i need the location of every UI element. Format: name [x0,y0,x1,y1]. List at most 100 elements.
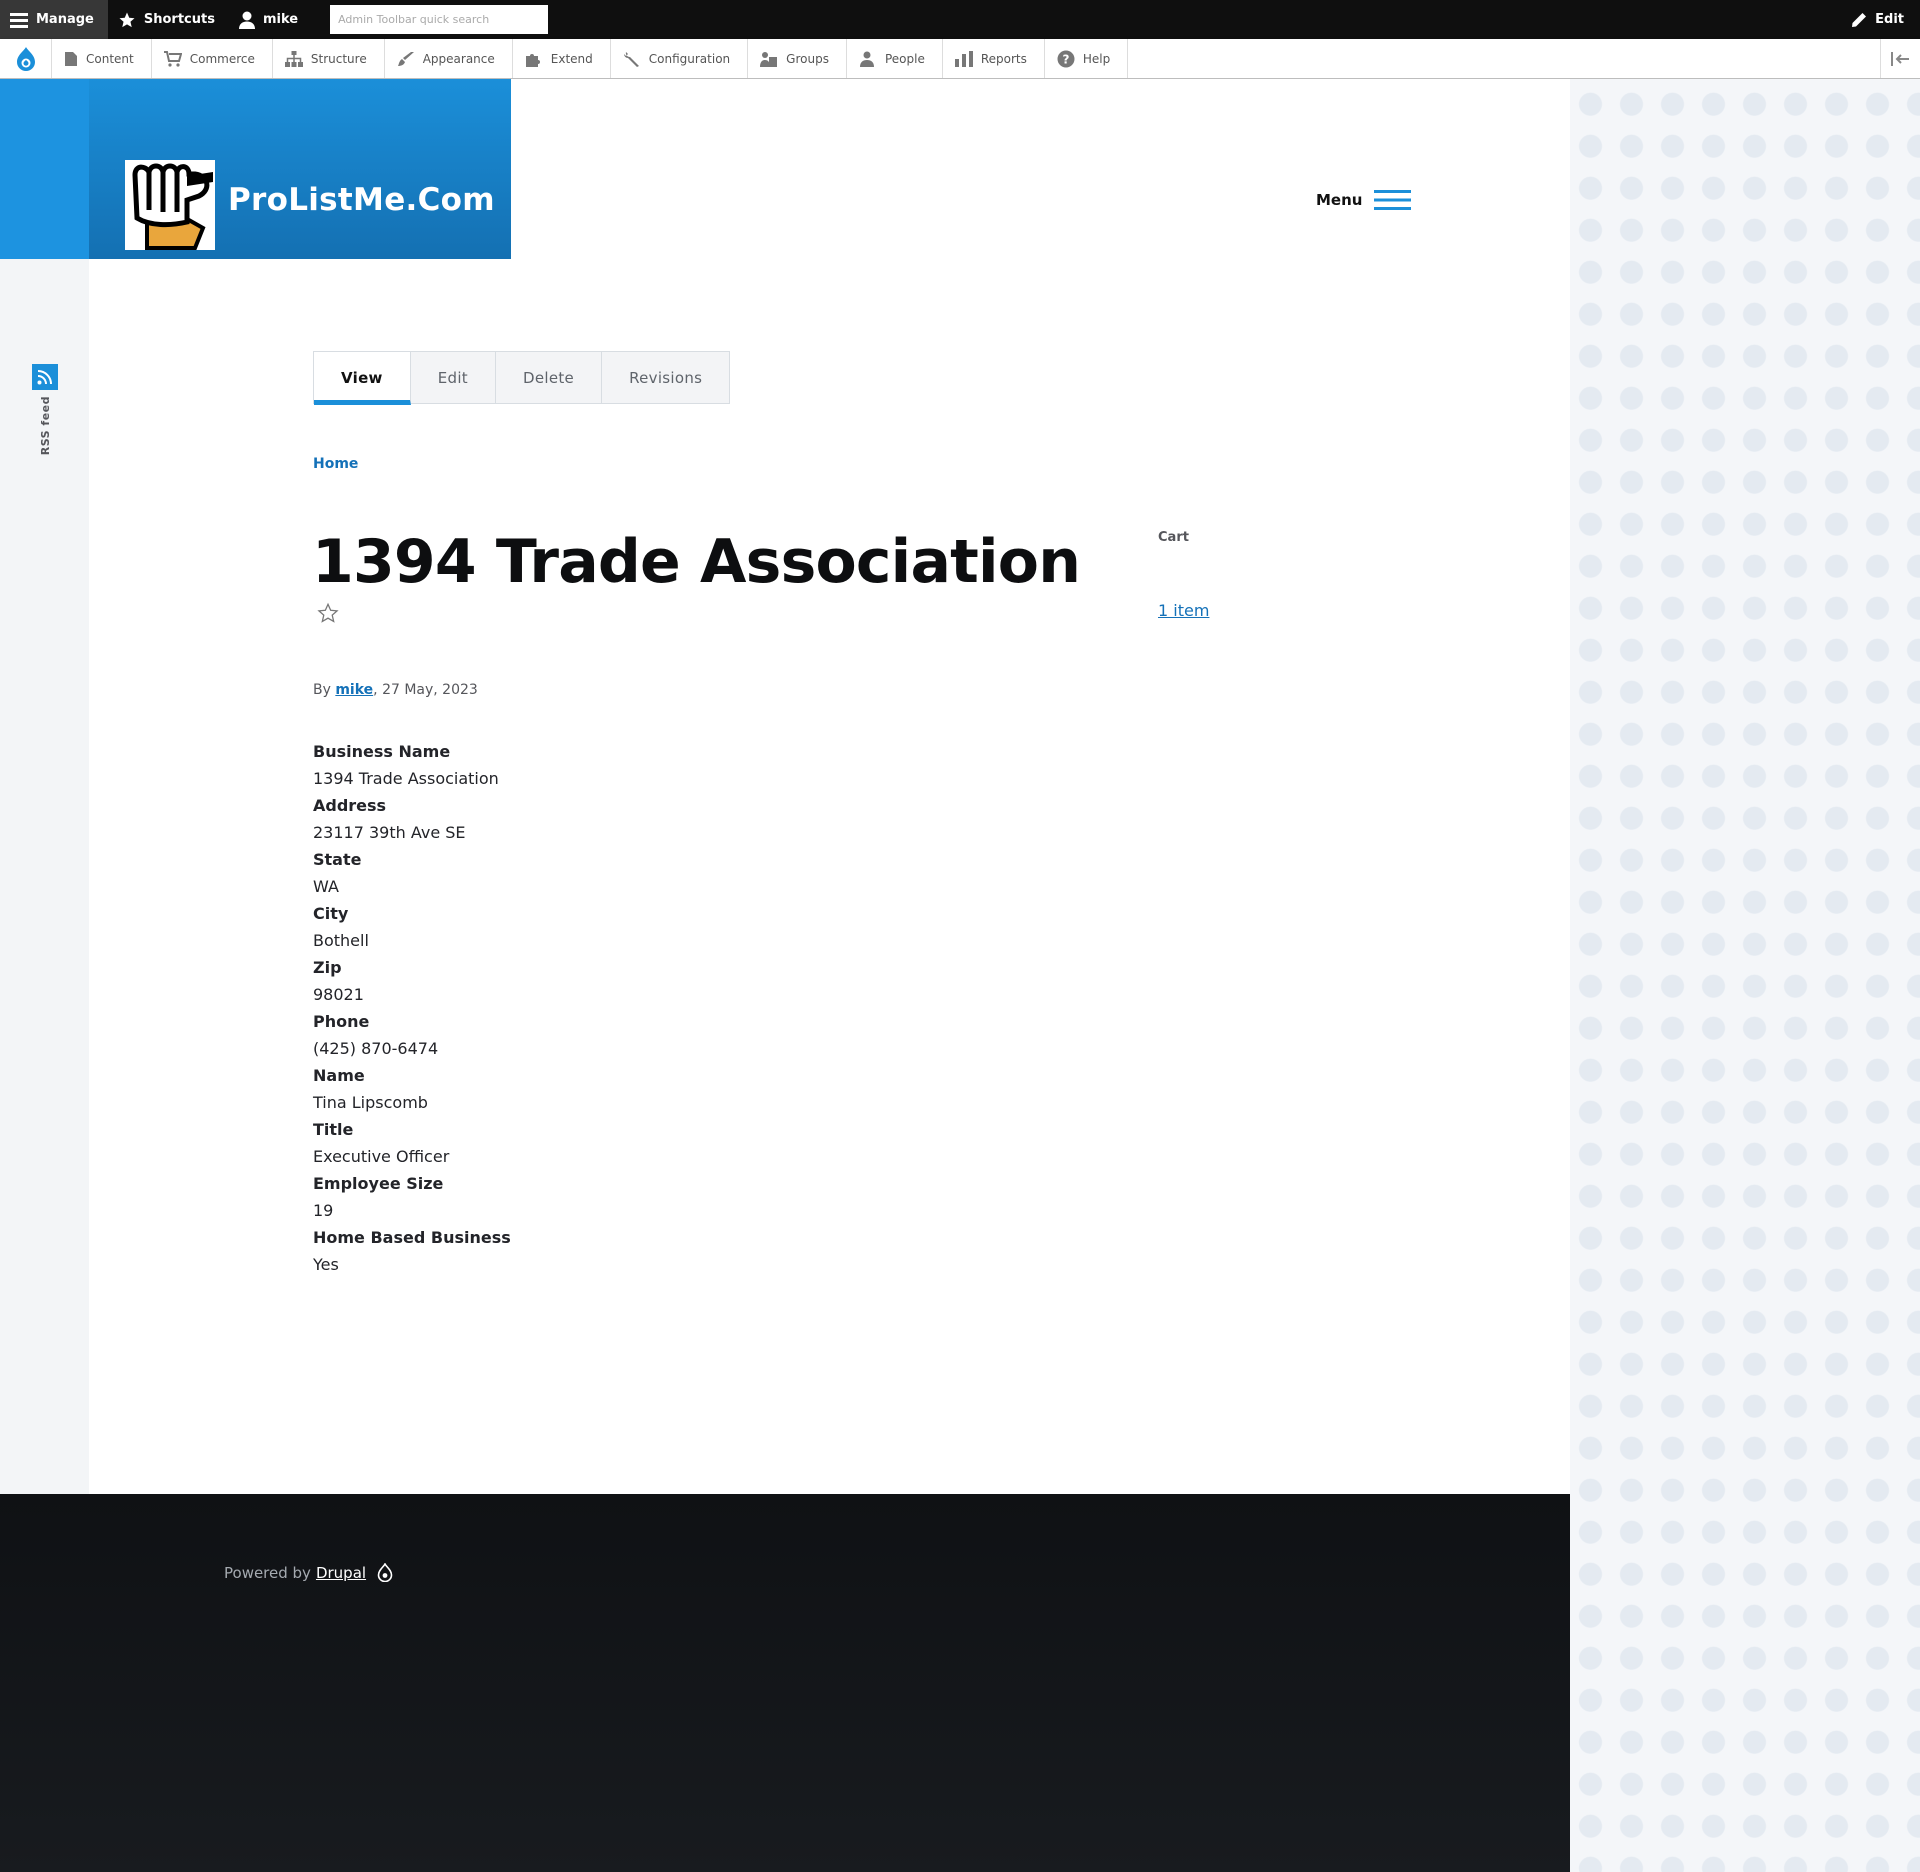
toolbar-edit-button[interactable]: Edit [1851,0,1904,39]
rss-feed-label: RSS feed [38,396,52,456]
hamburger-icon [10,12,28,28]
tab-edit[interactable]: Edit [411,352,496,403]
field-value: 23117 39th Ave SE [313,823,466,842]
field-label: Phone [313,1012,370,1031]
file-icon [65,51,77,66]
toolbar-shortcuts-label: Shortcuts [143,12,215,27]
sidebar-region [0,79,89,1494]
toolbar-shortcuts[interactable]: Shortcuts [108,0,229,39]
pencil-icon [1852,12,1867,27]
tab-view[interactable]: View [314,352,411,405]
field-label: State [313,850,362,869]
main-menu-toggle[interactable]: Menu [1316,190,1412,210]
toolbar-manage[interactable]: Manage [0,0,108,39]
field-label: Home Based Business [313,1228,511,1247]
wrench-icon [623,51,639,67]
tray-item-structure[interactable]: Structure [273,39,385,78]
breadcrumb-home[interactable]: Home [313,456,358,472]
drupal-drop-icon [377,1563,393,1582]
background-pattern [1570,79,1920,1872]
star-outline-icon [317,602,339,623]
field-value: 1394 Trade Association [313,769,499,788]
fist-logo-icon [132,163,213,250]
star-icon [119,12,135,27]
cart-icon [163,50,182,67]
people-icon [859,51,874,67]
tray-item-configuration[interactable]: Configuration [611,39,749,78]
tray-item-content[interactable]: Content [52,39,152,78]
field-label: City [313,904,349,923]
toolbar-user[interactable]: mike [229,0,312,39]
node-fields: Business Name 1394 Trade Association Add… [313,738,913,1278]
menu-label: Menu [1316,191,1363,209]
tray-item-commerce[interactable]: Commerce [152,39,273,78]
toolbar-search-input[interactable] [330,5,549,34]
site-logo[interactable] [125,160,215,250]
svg-text:?: ? [1062,52,1069,66]
brush-icon [397,51,414,66]
tray-item-label: Extend [550,51,593,66]
field-label: Address [313,796,387,815]
drupal-home-link[interactable] [0,39,52,78]
field-value: Tina Lipscomb [313,1093,428,1112]
tray-item-groups[interactable]: Groups [748,39,847,78]
tab-delete[interactable]: Delete [496,352,603,403]
tray-item-label: Structure [310,51,367,66]
field-label: Zip [313,958,342,977]
puzzle-icon [525,53,540,67]
cart-block-title: Cart [1158,530,1189,545]
rss-icon [37,370,52,385]
author-link[interactable]: mike [335,682,373,698]
local-tasks: View Edit Delete Revisions [313,351,731,405]
tray-item-label: Groups [786,51,829,66]
tray-orientation-toggle[interactable] [1880,39,1920,78]
user-icon [238,11,255,29]
tray-item-people[interactable]: People [847,39,943,78]
byline-prefix: By [313,682,336,698]
page-title: 1394 Trade Association [312,527,1081,597]
tray-item-reports[interactable]: Reports [943,39,1045,78]
field-label: Name [313,1066,365,1085]
toolbar-user-label: mike [262,12,299,27]
bar-chart-icon [954,50,973,67]
hamburger-icon [1374,190,1412,210]
tray-item-label: People [884,51,925,66]
field-value: 19 [313,1201,334,1220]
field-label: Business Name [313,742,451,761]
powered-by-label: Powered by [224,1563,311,1582]
drupal-link[interactable]: Drupal [316,1564,366,1582]
cart-items-link[interactable]: 1 item [1158,601,1209,620]
field-label: Title [313,1120,354,1139]
tray-item-label: Appearance [422,51,495,66]
tray-item-help[interactable]: ? Help [1045,39,1129,78]
tray-item-label: Commerce [189,51,255,66]
admin-toolbar: Manage Shortcuts mike Edit [0,0,1920,39]
tray-item-label: Configuration [648,51,731,66]
field-value: WA [313,877,339,896]
collapse-icon [1890,51,1909,66]
toolbar-edit-label: Edit [1875,12,1904,27]
tray-item-label: Content [86,51,134,66]
tray-item-appearance[interactable]: Appearance [385,39,513,78]
site-branding[interactable]: ProListMe.Com [89,79,511,259]
toolbar-manage-label: Manage [36,12,94,27]
byline-date: , 27 May, 2023 [373,682,478,698]
tray-item-label: Help [1082,51,1111,66]
rss-feed-link[interactable]: RSS feed [32,364,58,455]
drupal-drop-icon [16,46,35,71]
powered-by-drupal: Powered by Drupal [224,1563,393,1582]
groups-icon [760,51,778,67]
field-value: 98021 [313,985,364,1004]
field-value: (425) 870-6474 [313,1039,439,1058]
footer-region [0,1494,1570,1872]
admin-tray: Content Commerce Structure Appearance Ex… [0,39,1920,79]
tab-revisions[interactable]: Revisions [602,352,729,403]
sitemap-icon [284,50,303,67]
tray-item-extend[interactable]: Extend [513,39,611,78]
help-icon: ? [1057,50,1075,67]
rss-icon-box [32,364,58,390]
node-byline: By mike, 27 May, 2023 [313,682,478,698]
flag-favorite-button[interactable] [317,602,339,628]
field-label: Employee Size [313,1174,444,1193]
site-name[interactable]: ProListMe.Com [228,182,495,218]
